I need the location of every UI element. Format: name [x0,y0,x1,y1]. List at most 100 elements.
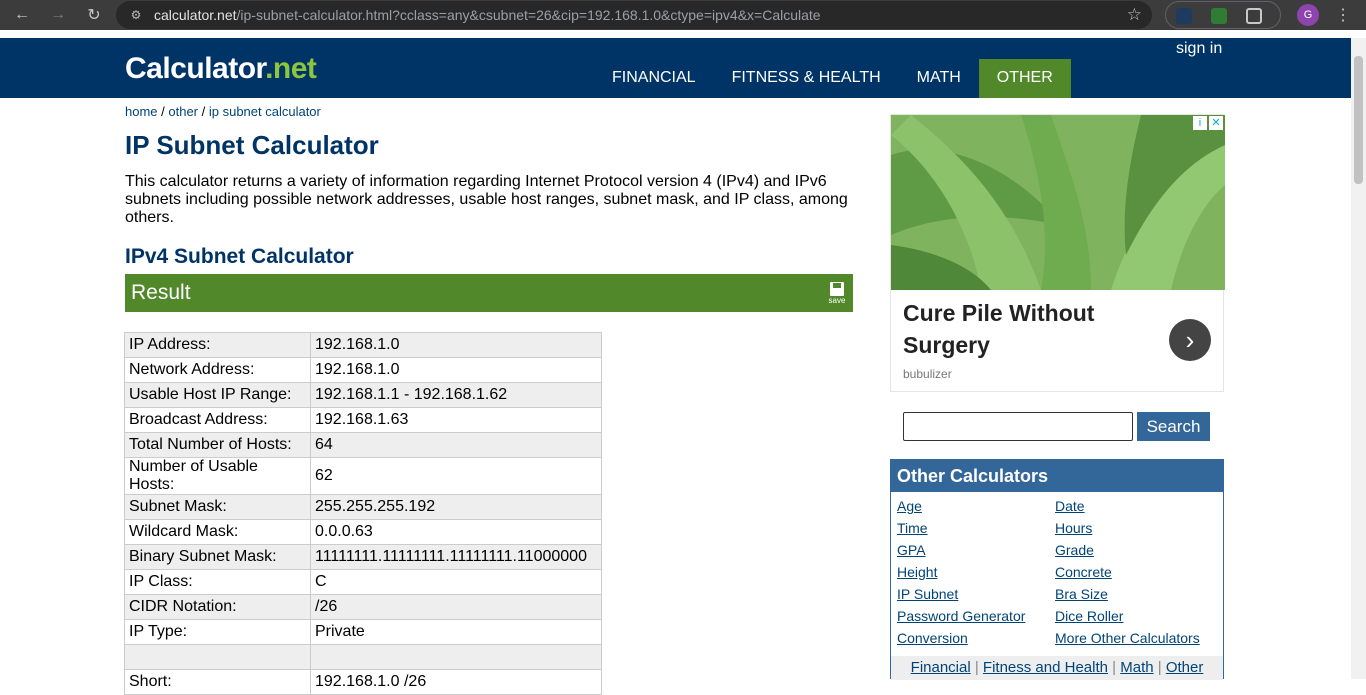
extension-icon[interactable] [1176,8,1192,24]
footer-link-other[interactable]: Other [1166,659,1204,676]
save-caption: save [828,296,846,305]
sign-in-link[interactable]: sign in [1176,40,1222,58]
result-value: Private [310,619,602,645]
result-value: 255.255.255.192 [310,494,602,520]
result-key: Number of Usable Hosts: [124,457,311,495]
search-input[interactable] [903,412,1133,441]
result-row: Broadcast Address: 192.168.1.63 [124,407,602,433]
footer-link-financial[interactable]: Financial [911,659,971,676]
breadcrumb-separator: / [157,104,169,119]
chevron-right-icon[interactable]: › [1169,319,1211,361]
site-info-icon[interactable]: ⚙ [128,7,144,23]
search-button[interactable]: Search [1137,412,1210,441]
result-key: Short: [124,669,311,695]
intro-text: This calculator returns a variety of inf… [125,173,848,226]
address-bar[interactable]: ⚙ calculator.net/ip-subnet-calculator.ht… [116,1,1152,29]
ad-banner[interactable]: i ✕ Cure Pile Without Surgery bubulizer › [890,114,1225,392]
nav-financial[interactable]: FINANCIAL [594,59,714,98]
result-key [124,644,311,670]
nav-math[interactable]: MATH [899,59,979,98]
other-calculator-link[interactable]: Dice Roller [1055,608,1123,624]
result-key: CIDR Notation: [124,594,311,620]
result-label: Result [131,281,191,304]
ad-info-icon[interactable]: i [1193,116,1207,130]
back-arrow-icon[interactable]: ← [12,5,32,25]
result-key: Usable Host IP Range: [124,382,311,408]
result-value: C [310,569,602,595]
other-calculators-title: Other Calculators [891,460,1223,492]
breadcrumb-separator: / [198,104,209,119]
site-logo[interactable]: Calculator.net [125,52,317,86]
ad-title[interactable]: Cure Pile Without Surgery [903,297,1133,361]
ad-choices-badge[interactable]: i ✕ [1193,116,1223,130]
ad-close-icon[interactable]: ✕ [1209,116,1223,130]
extensions-group [1165,1,1281,29]
other-calculator-link[interactable]: Height [897,564,937,580]
result-key: Total Number of Hosts: [124,432,311,458]
result-value: 62 [310,457,602,495]
other-calculator-link[interactable]: More Other Calculators [1055,630,1200,646]
result-value [310,644,602,670]
menu-kebab-icon[interactable]: ⋮ [1335,5,1351,25]
result-key: IP Type: [124,619,311,645]
result-value: 11111111.11111111.11111111.11000000 [310,544,602,570]
page-scrollbar[interactable] [1351,38,1366,679]
reload-icon[interactable]: ↻ [84,5,104,25]
result-row: Number of Usable Hosts: 62 [124,457,602,495]
extension-icon[interactable] [1211,8,1227,24]
result-row: Network Address: 192.168.1.0 [124,357,602,383]
other-calculator-link[interactable]: Time [897,520,928,536]
result-table: IP Address: 192.168.1.0 Network Address: 19… [124,332,602,695]
nav-other[interactable]: OTHER [978,59,1071,98]
site-header: Calculator.net sign in FINANCIAL FITNESS… [0,38,1351,98]
forward-arrow-icon[interactable]: → [48,5,68,25]
breadcrumb-home[interactable]: home [125,104,158,119]
other-calculator-link[interactable]: Date [1055,498,1085,514]
result-row [124,644,602,670]
result-row: Usable Host IP Range: 192.168.1.1 - 192.1… [124,382,602,408]
result-key: Subnet Mask: [124,494,311,520]
ad-source: bubulizer [903,367,952,381]
result-key: IP Address: [124,332,311,358]
breadcrumb-current[interactable]: ip subnet calculator [209,104,321,119]
profile-avatar[interactable]: G [1297,4,1319,26]
result-row: Subnet Mask: 255.255.255.192 [124,494,602,520]
category-footer: Financial | Fitness and Health | Math | … [891,656,1223,680]
result-key: Network Address: [124,357,311,383]
ad-image[interactable]: i ✕ [891,115,1225,290]
url-path: /ip-subnet-calculator.html?cclass=any&cs… [236,7,821,23]
result-value: 192.168.1.1 - 192.168.1.62 [310,382,602,408]
footer-link-fitness-health[interactable]: Fitness and Health [983,659,1108,676]
other-calculator-link[interactable]: GPA [897,542,926,558]
breadcrumb-other[interactable]: other [168,104,198,119]
url-host: calculator.net [154,7,237,23]
bookmark-star-icon[interactable]: ☆ [1127,5,1142,25]
other-calculator-link[interactable]: Age [897,498,922,514]
other-calculator-link[interactable]: IP Subnet [897,586,958,602]
result-row: IP Type: Private [124,619,602,645]
section-title: IPv4 Subnet Calculator [125,245,354,268]
save-icon[interactable]: save [827,282,847,306]
other-calculator-link[interactable]: Password Generator [897,608,1025,624]
result-value: 0.0.0.63 [310,519,602,545]
logo-text: Calculator [125,52,266,85]
url-text[interactable]: calculator.net/ip-subnet-calculator.html… [154,7,821,23]
aloe-plant-image [891,115,1225,290]
other-calculator-link[interactable]: Concrete [1055,564,1112,580]
other-calculator-link[interactable]: Conversion [897,630,968,646]
nav-fitness-health[interactable]: FITNESS & HEALTH [714,59,899,98]
other-calculator-link[interactable]: Grade [1055,542,1094,558]
result-value: 192.168.1.0 /26 [310,669,602,695]
result-value: /26 [310,594,602,620]
puzzle-icon[interactable] [1246,8,1262,24]
other-calculator-link[interactable]: Bra Size [1055,586,1108,602]
result-row: Binary Subnet Mask: 11111111.11111111.111… [124,544,602,570]
scrollbar-thumb[interactable] [1354,56,1363,184]
other-calculator-link[interactable]: Hours [1055,520,1092,536]
top-nav: FINANCIAL FITNESS & HEALTH MATH OTHER [594,59,1071,98]
result-key: Binary Subnet Mask: [124,544,311,570]
result-row: Short: 192.168.1.0 /26 [124,669,602,695]
footer-link-math[interactable]: Math [1120,659,1153,676]
result-row: IP Class: C [124,569,602,595]
browser-toolbar: ← → ↻ ⚙ calculator.net/ip-subnet-calcula… [0,0,1366,30]
